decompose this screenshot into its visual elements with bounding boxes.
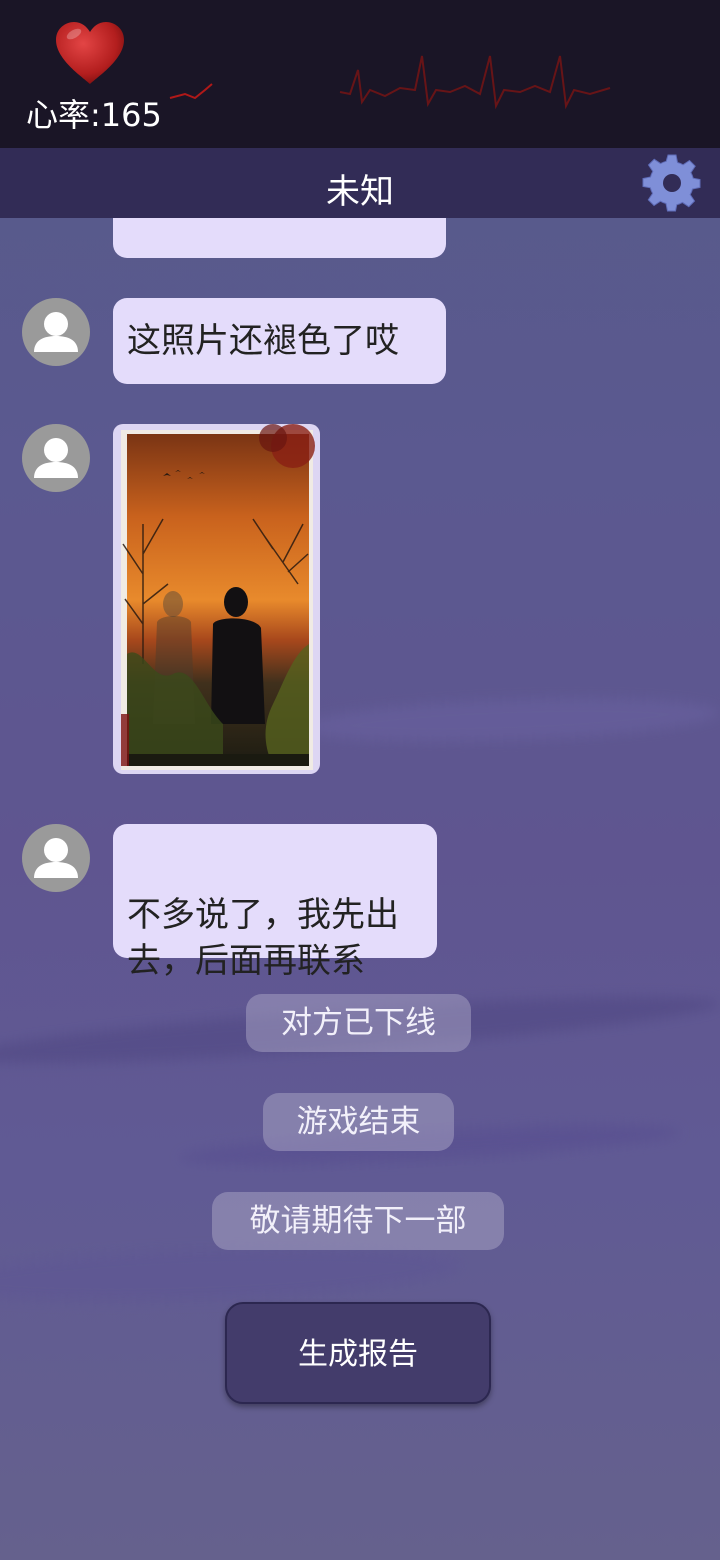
user-icon [34,312,78,352]
status-bar: 心率:165 [0,0,720,148]
message-text: 不多说了，我先出 去，后面再联系 [127,895,399,981]
avatar [22,824,90,892]
gear-icon[interactable] [642,153,702,213]
message-text: 这照片还褪色了哎 [127,321,399,361]
avatar [22,424,90,492]
user-icon [34,438,78,478]
message-bubble-partial [113,218,446,258]
chat-title: 未知 [326,172,394,212]
heart-icon [56,22,124,84]
system-notice-text: 对方已下线 [281,1005,436,1041]
system-notice-offline: 对方已下线 [246,994,471,1052]
system-notice-game-over: 游戏结束 [263,1093,454,1151]
generate-report-button[interactable]: 生成报告 [225,1302,491,1404]
ecg-line-icon [169,55,611,110]
user-icon [34,838,78,878]
system-notice-text: 敬请期待下一部 [249,1203,467,1239]
avatar [22,298,90,366]
generate-report-label: 生成报告 [298,1337,418,1372]
message-bubble: 这照片还褪色了哎 [113,298,446,384]
system-notice-coming-soon: 敬请期待下一部 [212,1192,504,1250]
message-bubble: 不多说了，我先出 去，后面再联系 [113,824,437,981]
system-notice-text: 游戏结束 [296,1104,421,1140]
title-bar: 未知 [0,148,720,218]
sunset-photo-icon [121,424,315,770]
message-image[interactable] [113,424,320,774]
heart-rate-label: 心率:165 [26,96,162,134]
